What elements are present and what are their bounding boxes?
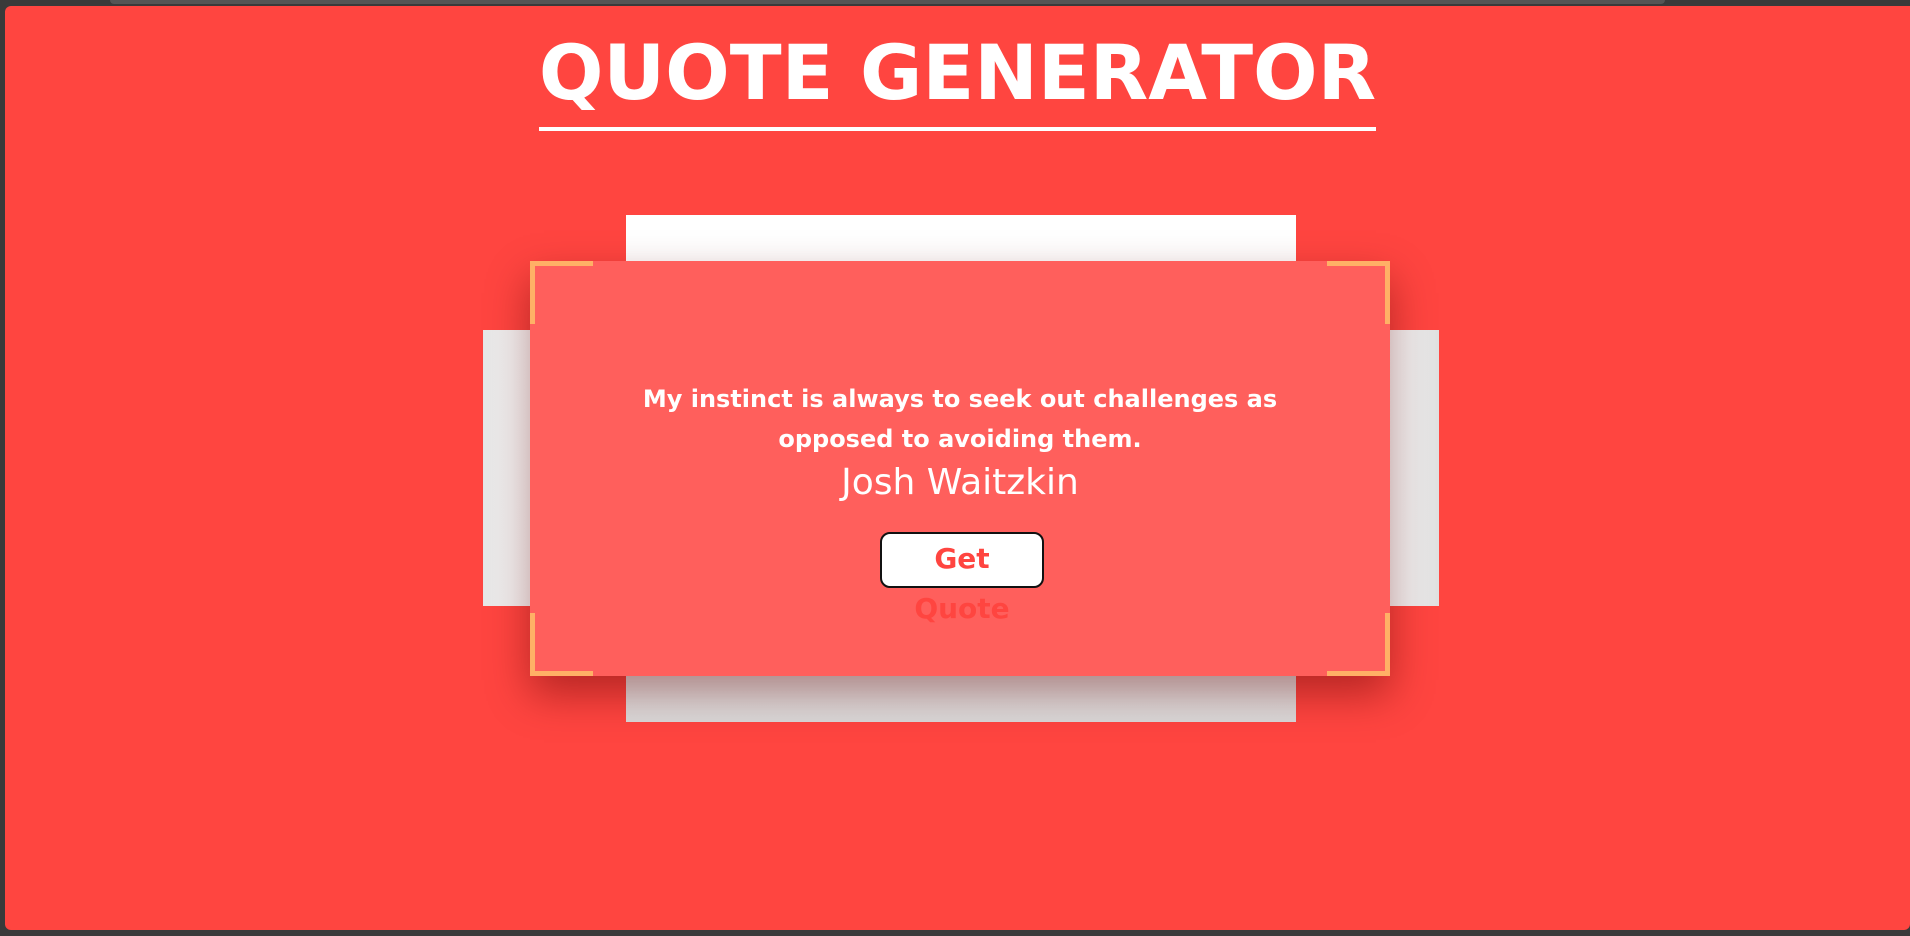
browser-top-edge [110, 0, 1665, 4]
corner-accent-top-right [1327, 261, 1390, 324]
quote-author: Josh Waitzkin [841, 462, 1079, 503]
page-title: QUOTE GENERATOR [5, 31, 1910, 131]
quote-text: My instinct is always to seek out challe… [642, 385, 1278, 453]
get-quote-button[interactable]: Get Quote [880, 532, 1044, 625]
app-page: QUOTE GENERATOR My instinct is always to… [5, 6, 1910, 930]
corner-accent-bottom-left [530, 613, 593, 676]
corner-accent-bottom-right [1327, 613, 1390, 676]
corner-accent-top-left [530, 261, 593, 324]
page-title-text: QUOTE GENERATOR [538, 31, 1377, 131]
quote-card: My instinct is always to seek out challe… [530, 261, 1390, 676]
